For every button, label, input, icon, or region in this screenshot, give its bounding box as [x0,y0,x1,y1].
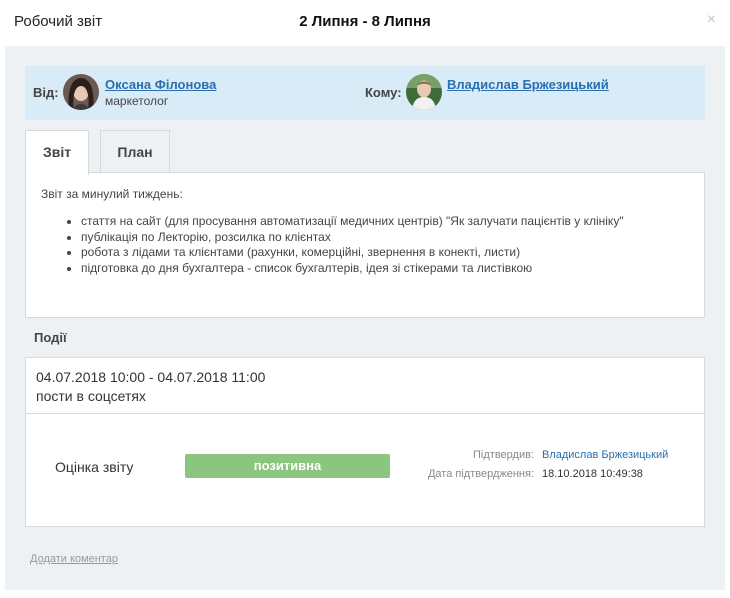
report-intro: Звіт за минулий тиждень: [41,187,183,201]
close-icon[interactable]: × [707,12,716,28]
add-comment-link[interactable]: Додати коментар [30,553,118,565]
date-range: 2 Липня - 8 Липня [299,13,431,30]
participants-bar: Від: Оксана Філонова маркетолог Кому: Вл… [25,66,705,120]
events-title: Події [34,330,67,345]
dialog-header: Робочий звіт 2 Липня - 8 Липня × [0,0,730,44]
event-description: пости в соцсетях [36,388,146,404]
rating-label: Оцінка звіту [55,459,134,475]
rating-section: Оцінка звіту позитивна Підтвердив: Влади… [25,414,705,527]
list-item: підготовка до дня бухгалтера - список бу… [81,261,691,277]
avatar-to [406,74,442,110]
report-content: Звіт за минулий тиждень: стаття на сайт … [25,172,705,318]
list-item: публікація по Лекторію, розсилка по кліє… [81,230,691,246]
rating-badge: позитивна [185,454,390,478]
to-name-link[interactable]: Владислав Бржезицький [447,77,609,92]
event-time: 04.07.2018 10:00 - 04.07.2018 11:00 [36,369,266,385]
confirmed-date-label: Дата підтвердження: [427,468,534,480]
confirmed-by-label: Підтвердив: [473,449,534,461]
event-item: 04.07.2018 10:00 - 04.07.2018 11:00 пост… [25,357,705,414]
from-name-link[interactable]: Оксана Філонова [105,77,216,92]
tab-report[interactable]: Звіт [25,130,89,175]
report-panel: Від: Оксана Філонова маркетолог Кому: Вл… [5,46,725,590]
report-list: стаття на сайт (для просування автоматиз… [81,214,691,276]
from-label: Від: [33,85,59,100]
confirmed-date: 18.10.2018 10:49:38 [542,468,643,480]
tab-plan[interactable]: План [100,130,170,174]
confirmed-by-link[interactable]: Владислав Бржезицький [542,449,668,461]
list-item: стаття на сайт (для просування автоматиз… [81,214,691,230]
avatar-from [63,74,99,110]
list-item: робота з лідами та клієнтами (рахунки, к… [81,245,691,261]
to-label: Кому: [365,85,402,100]
from-role: маркетолог [105,94,169,108]
